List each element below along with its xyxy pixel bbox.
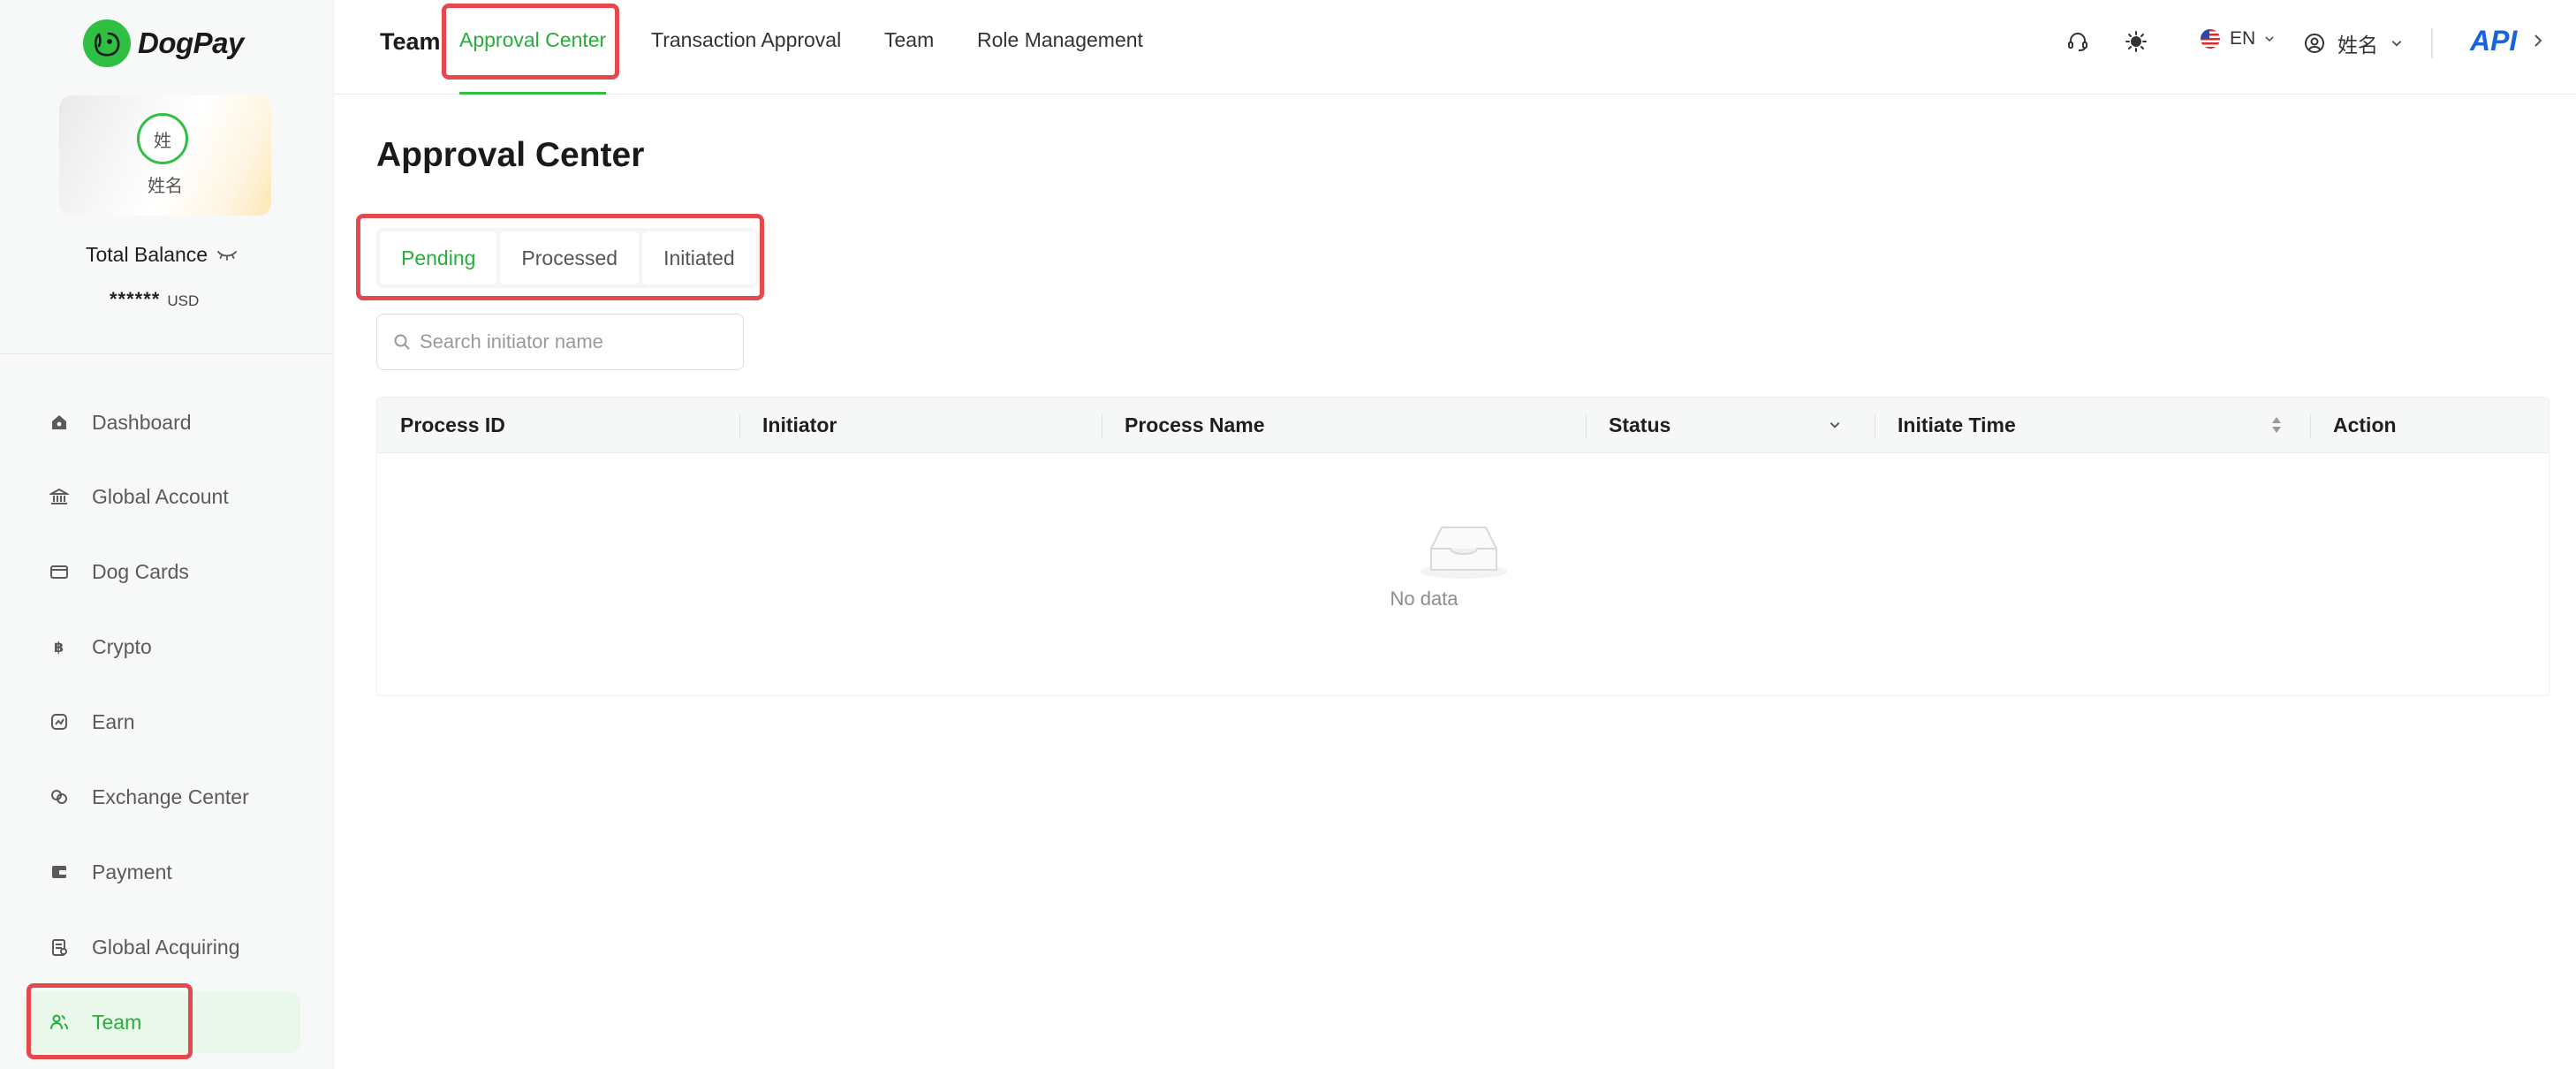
sidebar-item-label: Payment <box>92 860 172 883</box>
api-link[interactable]: API <box>2470 25 2517 57</box>
theme-sun-icon[interactable] <box>2125 30 2148 57</box>
language-selector[interactable]: EN <box>2200 28 2275 49</box>
chevron-down-icon <box>2265 36 2274 42</box>
section-title: Team <box>380 28 441 55</box>
sidebar-item-team[interactable]: Team <box>23 991 300 1053</box>
search-icon <box>394 334 410 350</box>
us-flag-icon <box>2201 29 2220 49</box>
sidebar-item-label: Crypto <box>92 634 152 658</box>
eye-closed-icon[interactable] <box>216 243 238 267</box>
sidebar-divider <box>0 353 334 354</box>
bitcoin-icon: ฿ <box>54 639 64 656</box>
approvals-table: Process ID Initiator Process Name Status… <box>376 397 2549 696</box>
wallet-icon <box>52 866 66 878</box>
tab-approval-center[interactable]: Approval Center <box>459 28 606 52</box>
column-status: Status <box>1609 413 1671 436</box>
tab-transaction-approval[interactable]: Transaction Approval <box>651 28 841 52</box>
page-title: Approval Center <box>376 136 645 174</box>
headset-icon[interactable] <box>2066 30 2089 57</box>
tab-role-management[interactable]: Role Management <box>977 28 1143 52</box>
tab-team[interactable]: Team <box>884 28 934 52</box>
total-balance-text: Total Balance <box>86 243 208 266</box>
app-logo[interactable]: DogPay <box>83 19 244 67</box>
sort-icon[interactable] <box>2270 414 2283 440</box>
sidebar-item-label: Dog Cards <box>92 559 189 583</box>
sidebar-item-label: Exchange Center <box>92 785 249 808</box>
tab-pending[interactable]: Pending <box>380 231 497 284</box>
approval-tabs: Pending Processed Initiated <box>376 228 760 288</box>
team-icon <box>50 1014 68 1030</box>
sidebar-item-crypto[interactable]: ฿ Crypto <box>23 616 300 678</box>
sidebar: DogPay 姓 姓名 Total Balance ****** USD Das… <box>0 0 334 1069</box>
total-balance-label: Total Balance <box>86 243 238 267</box>
sidebar-item-label: Global Account <box>92 484 229 508</box>
earn-icon <box>51 714 67 730</box>
language-label: EN <box>2230 28 2256 49</box>
sidebar-item-dashboard[interactable]: Dashboard <box>23 391 300 453</box>
acquiring-icon <box>52 939 67 956</box>
column-initiator: Initiator <box>762 413 837 436</box>
empty-state: No data <box>377 453 2549 697</box>
sidebar-item-global-acquiring[interactable]: Global Acquiring <box>23 916 300 978</box>
topbar-separator <box>2431 28 2433 58</box>
profile-card[interactable]: 姓 姓名 <box>59 95 271 216</box>
chevron-right-icon[interactable] <box>2532 32 2544 54</box>
card-icon <box>50 565 68 579</box>
avatar: 姓 <box>137 113 188 164</box>
column-initiate-time[interactable]: Initiate Time <box>1875 398 2016 453</box>
user-menu[interactable]: 姓名 <box>2304 28 2403 58</box>
search-box[interactable] <box>376 314 744 370</box>
sidebar-item-label: Global Acquiring <box>92 935 240 959</box>
balance-amount: ****** <box>110 288 161 310</box>
sidebar-item-label: Earn <box>92 709 135 733</box>
svg-text:฿: ฿ <box>54 639 64 656</box>
column-process-id: Process ID <box>400 413 505 436</box>
status-filter-chevron-icon[interactable] <box>1829 419 1841 436</box>
sidebar-item-global-account[interactable]: Global Account <box>23 466 300 527</box>
dog-logo-icon <box>83 19 131 67</box>
empty-inbox-icon <box>1415 517 1512 585</box>
tab-processed[interactable]: Processed <box>500 231 640 284</box>
sidebar-item-payment[interactable]: Payment <box>23 841 300 903</box>
sidebar-item-dog-cards[interactable]: Dog Cards <box>23 541 300 603</box>
empty-text: No data <box>1390 588 1458 610</box>
app-name: DogPay <box>138 27 244 59</box>
bank-icon <box>49 488 69 504</box>
user-name: 姓名 <box>2337 34 2378 57</box>
search-input[interactable] <box>420 330 720 353</box>
exchange-icon <box>51 790 67 804</box>
column-action: Action <box>2333 413 2397 436</box>
total-balance-value: ****** USD <box>110 288 199 311</box>
sidebar-item-label: Team <box>92 1010 142 1034</box>
active-tab-underline <box>459 92 606 95</box>
tab-initiated[interactable]: Initiated <box>642 231 756 284</box>
balance-currency: USD <box>167 292 200 309</box>
sidebar-item-earn[interactable]: Earn <box>23 691 300 753</box>
dashboard-icon <box>52 415 66 429</box>
chevron-down-icon <box>2391 41 2402 47</box>
user-icon <box>2305 34 2324 53</box>
table-header: Process ID Initiator Process Name Status… <box>377 398 2549 453</box>
column-process-name: Process Name <box>1125 413 1265 436</box>
profile-name: 姓名 <box>148 177 183 196</box>
sidebar-item-label: Dashboard <box>92 410 192 434</box>
sidebar-item-exchange-center[interactable]: Exchange Center <box>23 766 300 828</box>
